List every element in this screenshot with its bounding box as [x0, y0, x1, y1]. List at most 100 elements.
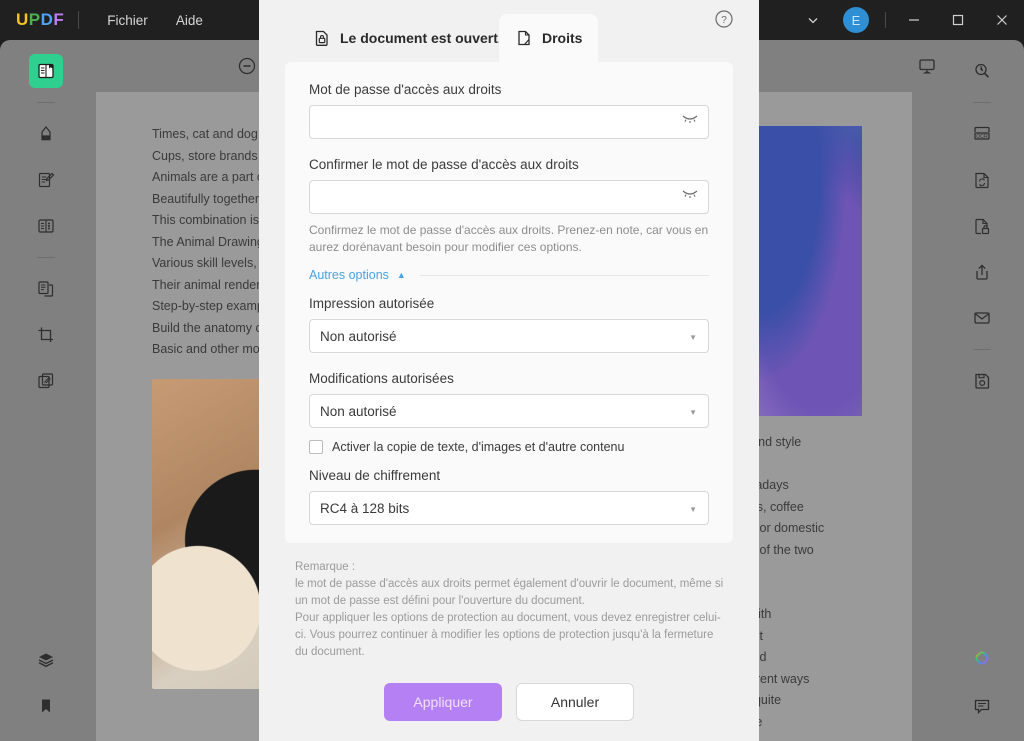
cancel-button[interactable]: Annuler: [516, 683, 634, 721]
book-reader-icon: [38, 63, 54, 79]
sidebar-item-share[interactable]: [965, 255, 999, 289]
sidebar-item-ai[interactable]: [965, 643, 999, 677]
menu-aide[interactable]: Aide: [162, 7, 217, 34]
sidebar-item-save[interactable]: [965, 364, 999, 398]
password-field-wrap: [309, 105, 709, 139]
sidebar-item-crop[interactable]: [29, 318, 63, 352]
sidebar-item-organize[interactable]: [29, 272, 63, 306]
document-lock-icon: [975, 218, 990, 235]
envelope-icon: [974, 312, 990, 324]
tab-label: Le document est ouvert.: [340, 30, 502, 46]
application-window: U P D F Fichier Aide E OCR Times, cat an…: [0, 0, 1024, 741]
svg-text:OCR: OCR: [976, 134, 988, 140]
rights-password-input[interactable]: [309, 105, 709, 139]
logo-letter-u: U: [16, 10, 29, 29]
encryption-select[interactable]: RC4 à 128 bits: [309, 491, 709, 525]
confirm-password-label: Confirmer le mot de passe d'accès aux dr…: [309, 157, 579, 172]
confirm-password-input[interactable]: [309, 180, 709, 214]
note-title: Remarque :: [295, 561, 356, 573]
maximize-button[interactable]: [936, 0, 980, 40]
dialog-tab-bar: Le document est ouvert. Droits ?: [259, 0, 759, 62]
sidebar-item-convert[interactable]: [965, 163, 999, 197]
form-fields-icon: [38, 219, 54, 233]
highlighter-icon: [41, 126, 51, 141]
edit-document-icon: [38, 172, 55, 188]
logo-letter-p: P: [28, 10, 41, 29]
enable-copy-checkbox[interactable]: [309, 440, 323, 454]
floppy-save-icon: [975, 373, 990, 389]
chevron-down-icon[interactable]: ▼: [689, 408, 697, 417]
encryption-select-wrap[interactable]: RC4 à 128 bits ▼: [309, 491, 709, 525]
modifications-label: Modifications autorisées: [309, 371, 454, 386]
tab-droits[interactable]: Droits: [499, 14, 599, 62]
right-rail-divider-2: [973, 349, 991, 350]
sidebar-item-annotate[interactable]: [29, 117, 63, 151]
sidebar-item-ocr[interactable]: OCR: [965, 117, 999, 151]
help-circle-icon[interactable]: ?: [711, 6, 737, 32]
printing-label: Impression autorisée: [309, 296, 435, 311]
rail-divider-2: [37, 257, 55, 258]
tab-label: Droits: [542, 30, 583, 46]
chevron-down-icon[interactable]: ▼: [689, 333, 697, 342]
sidebar-item-form[interactable]: [29, 209, 63, 243]
security-settings-dialog: Le document est ouvert. Droits ? Mot de …: [259, 0, 759, 741]
chevron-down-icon[interactable]: [793, 0, 833, 40]
more-options-rule: [419, 274, 709, 276]
sidebar-item-comments[interactable]: [965, 689, 999, 723]
more-options-row[interactable]: Autres options ▲: [309, 268, 709, 282]
avatar[interactable]: E: [843, 7, 869, 33]
presentation-button[interactable]: [910, 49, 944, 83]
compare-pages-icon: [38, 373, 54, 389]
modifications-select[interactable]: Non autorisé: [309, 394, 709, 428]
tab-document-open[interactable]: Le document est ouvert.: [297, 14, 518, 62]
sidebar-item-email[interactable]: [965, 301, 999, 335]
sidebar-item-protect[interactable]: [965, 209, 999, 243]
apply-button[interactable]: Appliquer: [384, 683, 502, 721]
share-upload-icon: [976, 264, 988, 280]
dialog-body: Mot de passe d'accès aux droits Confirme…: [285, 62, 733, 543]
menu-fichier[interactable]: Fichier: [93, 7, 162, 34]
document-lock-icon: [313, 29, 331, 47]
sidebar-item-edit[interactable]: [29, 163, 63, 197]
printing-select[interactable]: Non autorisé: [309, 319, 709, 353]
note-line-2: Pour appliquer les options de protection…: [295, 612, 721, 658]
logo-letter-d: D: [40, 10, 54, 29]
dialog-note: Remarque : le mot de passe d'accès aux d…: [259, 543, 759, 661]
note-line-1: le mot de passe d'accès aux droits perme…: [295, 578, 724, 607]
presentation-screen-icon: [919, 59, 935, 74]
layers-icon: [38, 653, 54, 668]
convert-icon: [975, 172, 989, 189]
show-password-icon[interactable]: [681, 113, 699, 125]
printing-select-wrap[interactable]: Non autorisé ▼: [309, 319, 709, 353]
more-options-link[interactable]: Autres options: [309, 268, 389, 282]
chevron-down-icon[interactable]: ▼: [689, 505, 697, 514]
sidebar-item-reader[interactable]: [29, 54, 63, 88]
updf-logo: U P D F: [16, 10, 64, 30]
titlebar-divider: [78, 11, 80, 29]
right-toolbar: OCR: [958, 40, 1006, 741]
window-controls: E: [793, 0, 1024, 40]
crop-icon: [38, 327, 53, 342]
password-helper-text: Confirmez le mot de passe d'accès aux dr…: [309, 223, 709, 254]
svg-text:?: ?: [721, 15, 727, 26]
enable-copy-row[interactable]: Activer la copie de texte, d'images et d…: [309, 440, 709, 454]
document-permissions-icon: [515, 29, 533, 47]
search-icon: [975, 63, 990, 78]
modifications-select-wrap[interactable]: Non autorisé ▼: [309, 394, 709, 428]
sidebar-item-bookmarks[interactable]: [29, 689, 63, 723]
sidebar-item-compare[interactable]: [29, 364, 63, 398]
ai-flower-icon: [975, 651, 989, 665]
chevron-up-icon[interactable]: ▲: [397, 270, 406, 280]
dialog-footer: Appliquer Annuler: [259, 683, 759, 741]
sidebar-item-layers[interactable]: [29, 643, 63, 677]
enable-copy-label: Activer la copie de texte, d'images et d…: [332, 440, 625, 454]
minimize-button[interactable]: [892, 0, 936, 40]
show-confirm-password-icon[interactable]: [681, 188, 699, 200]
zoom-out-icon: [238, 57, 256, 75]
right-rail-divider-1: [973, 102, 991, 103]
window-controls-divider: [885, 12, 886, 28]
sidebar-item-search[interactable]: [965, 54, 999, 88]
close-button[interactable]: [980, 0, 1024, 40]
dialog-spacer: [259, 661, 759, 683]
bookmark-icon: [42, 699, 50, 713]
